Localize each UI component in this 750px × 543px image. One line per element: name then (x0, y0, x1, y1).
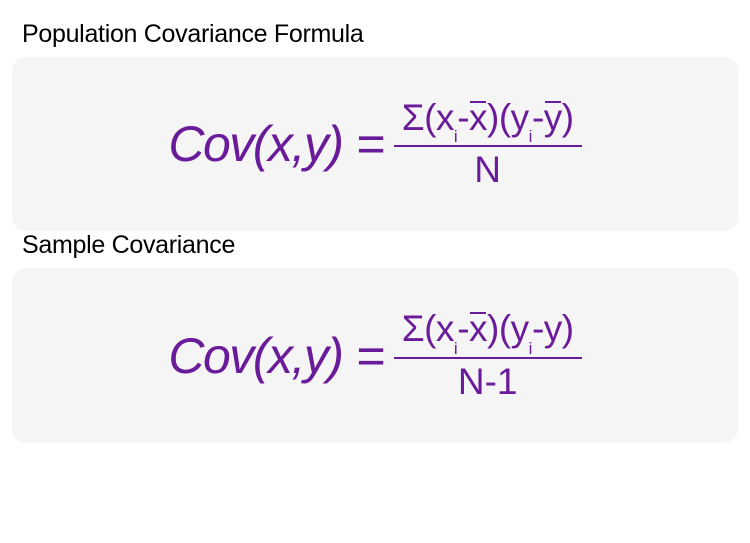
population-numerator: Σ(xi-x)(yi-y) (394, 97, 582, 147)
minus-symbol: - (532, 308, 544, 349)
sample-formula: Cov(x,y) = Σ(xi-x)(yi-y) N-1 (168, 308, 581, 402)
sample-lhs: Cov(x,y) (168, 327, 342, 385)
population-title: Population Covariance Formula (12, 20, 738, 49)
paren-close: ) (487, 97, 499, 138)
x-bar: x (469, 308, 487, 350)
var-y: y (511, 97, 529, 138)
minus-symbol: - (532, 97, 544, 138)
population-formula-card: Cov(x,y) = Σ(xi-x)(yi-y) N (12, 57, 738, 231)
sample-formula-card: Cov(x,y) = Σ(xi-x)(yi-y) N-1 (12, 268, 738, 442)
paren-close: ) (487, 308, 499, 349)
sample-fraction: Σ(xi-x)(yi-y) N-1 (394, 308, 582, 402)
paren-open: ( (424, 97, 436, 138)
sigma-symbol: Σ (402, 97, 424, 138)
sample-equals: = (357, 327, 386, 385)
var-y-plain: y (544, 308, 562, 349)
population-fraction: Σ(xi-x)(yi-y) N (394, 97, 582, 191)
population-section: Population Covariance Formula Cov(x,y) =… (12, 20, 738, 231)
var-x: x (436, 97, 454, 138)
paren-open: ( (499, 308, 511, 349)
population-denominator: N (474, 147, 501, 191)
sample-section: Sample Covariance Cov(x,y) = Σ(xi-x)(yi-… (12, 231, 738, 442)
var-y: y (511, 308, 529, 349)
subscript-i: i (529, 339, 532, 358)
minus-symbol: - (457, 308, 469, 349)
subscript-i: i (454, 339, 457, 358)
var-x: x (436, 308, 454, 349)
minus-symbol: - (457, 97, 469, 138)
population-lhs: Cov(x,y) (168, 115, 342, 173)
sample-numerator: Σ(xi-x)(yi-y) (394, 308, 582, 358)
subscript-i: i (454, 127, 457, 146)
paren-close: ) (562, 97, 574, 138)
sample-title: Sample Covariance (12, 231, 738, 260)
paren-close: ) (562, 308, 574, 349)
paren-open: ( (424, 308, 436, 349)
x-bar: x (469, 97, 487, 139)
subscript-i: i (529, 127, 532, 146)
paren-open: ( (499, 97, 511, 138)
sigma-symbol: Σ (402, 308, 424, 349)
y-bar: y (544, 97, 562, 139)
sample-denominator: N-1 (458, 359, 518, 403)
population-formula: Cov(x,y) = Σ(xi-x)(yi-y) N (168, 97, 581, 191)
population-equals: = (357, 115, 386, 173)
